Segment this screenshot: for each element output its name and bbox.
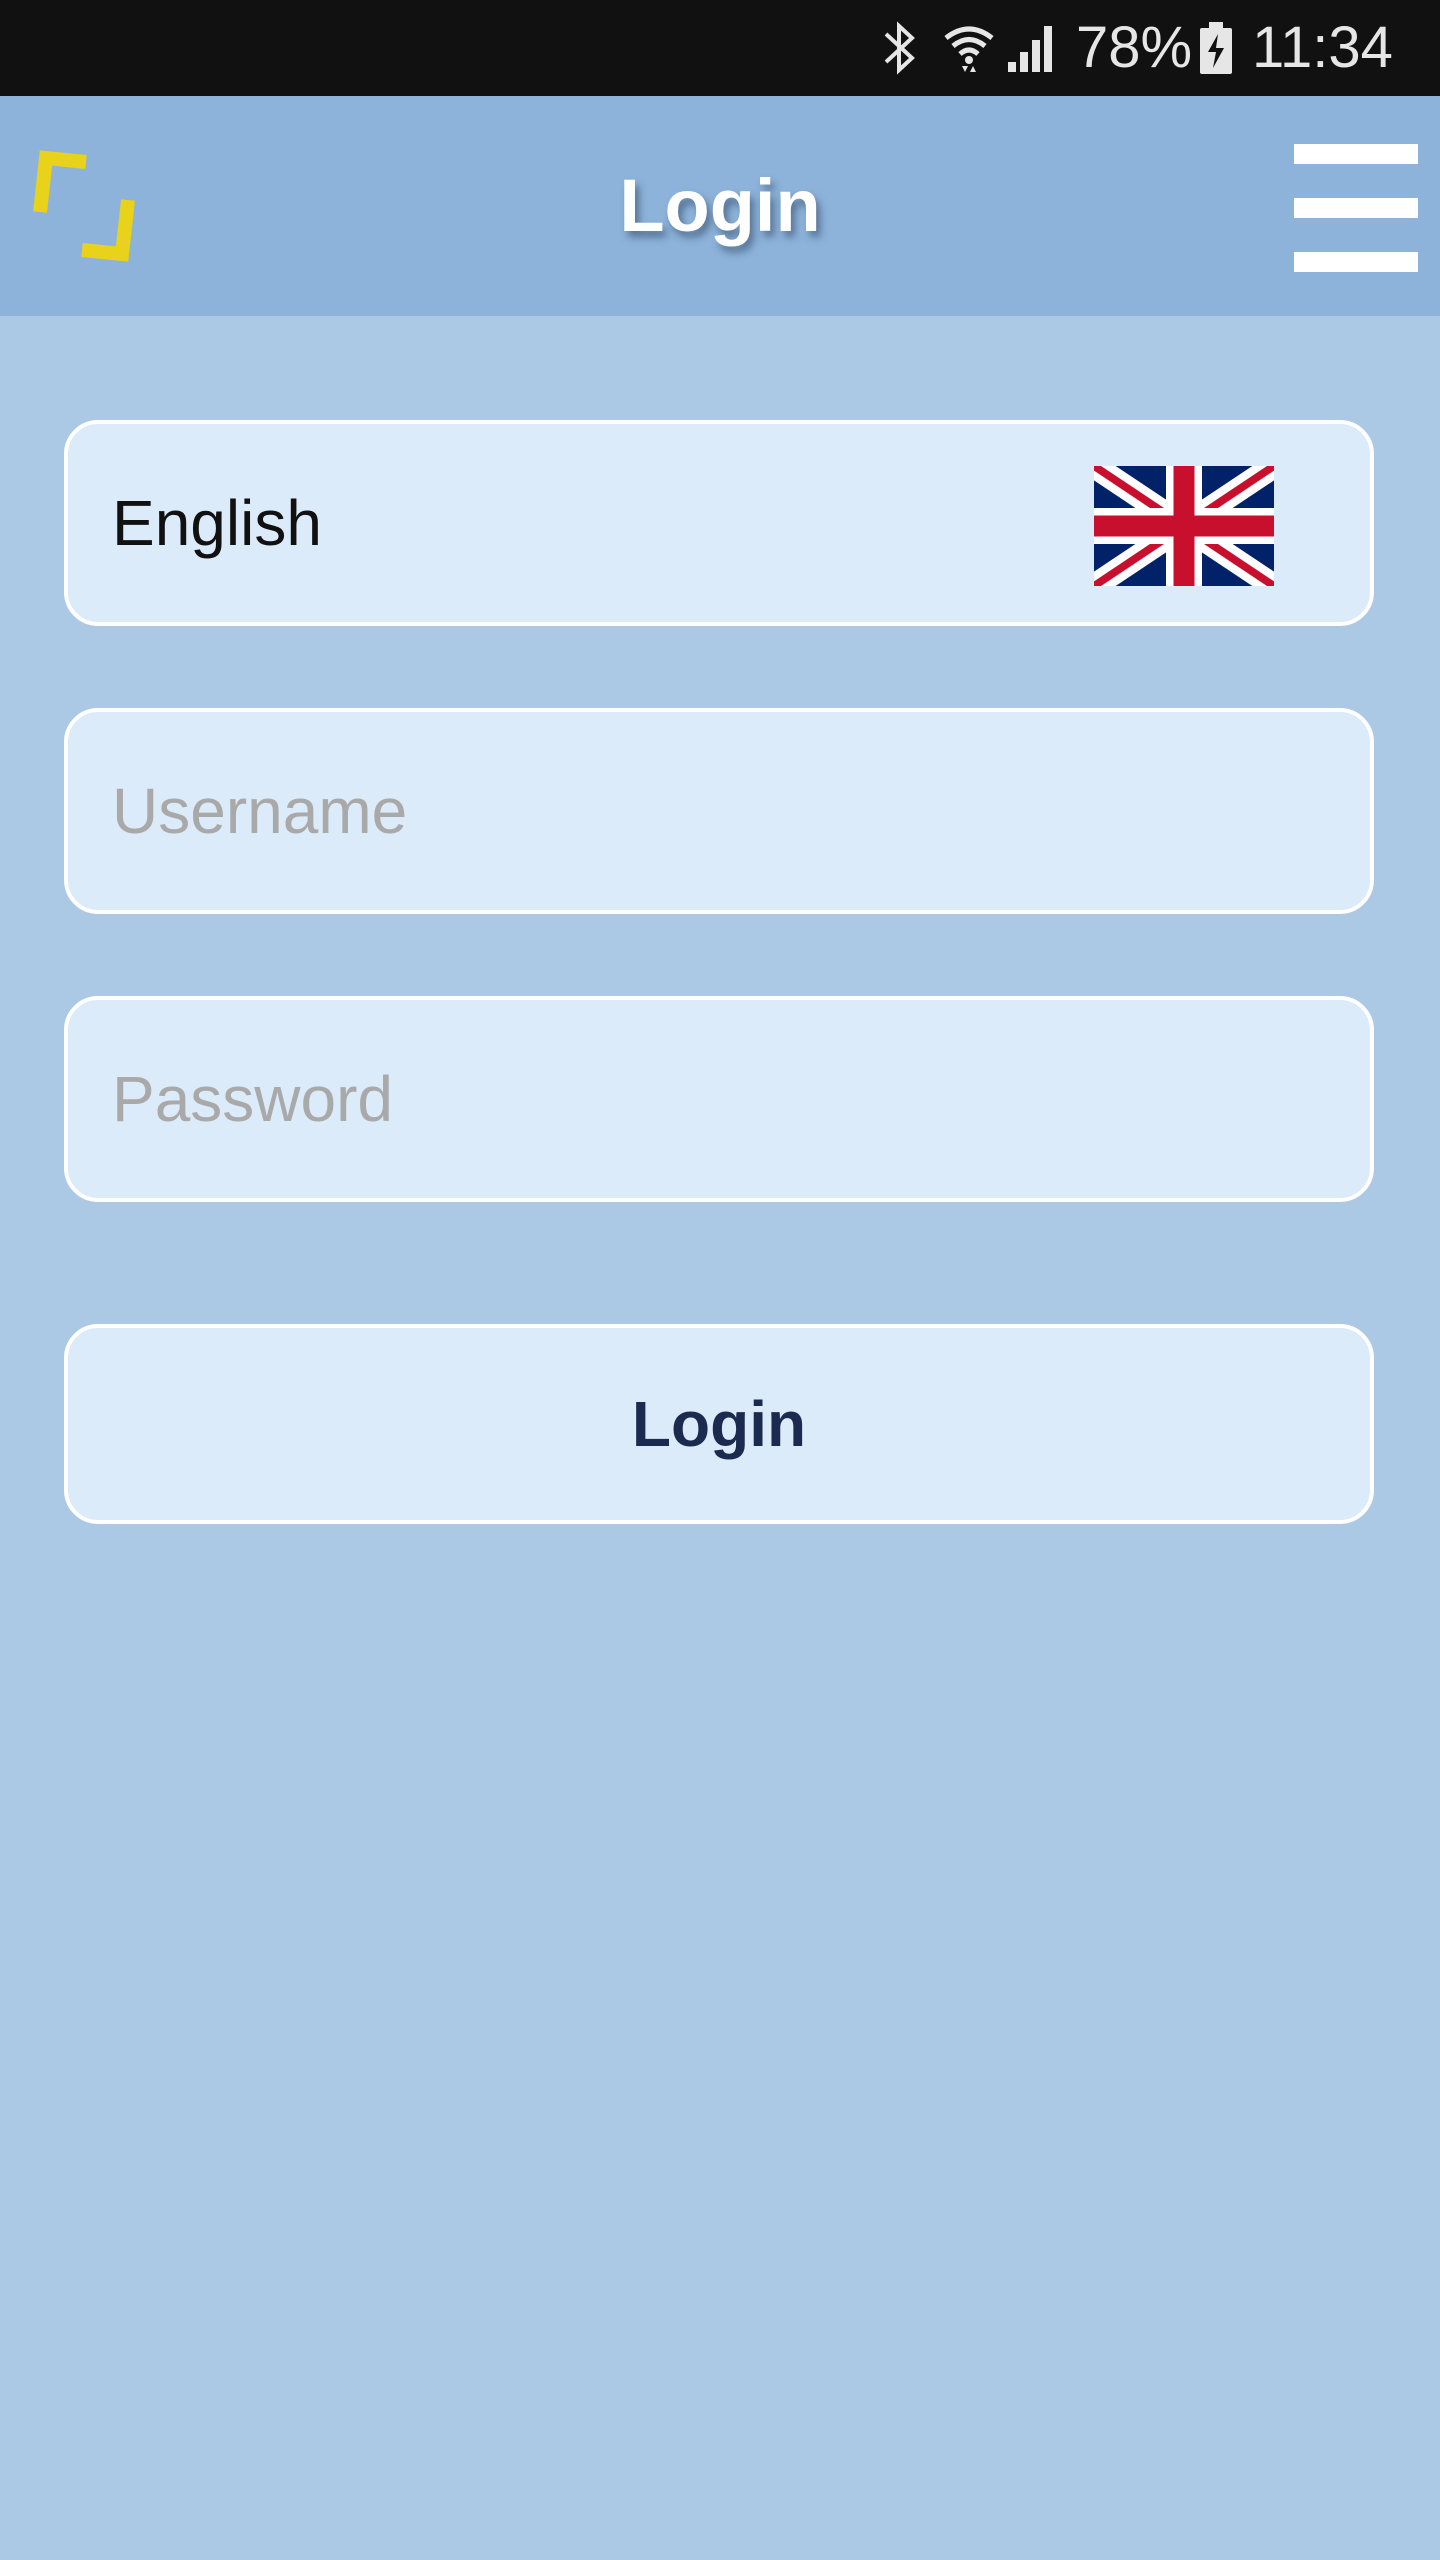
language-select[interactable]: English — [64, 420, 1374, 626]
uk-flag-icon — [1087, 456, 1281, 596]
menu-bar — [1294, 198, 1418, 218]
menu-bar — [1294, 144, 1418, 164]
login-button[interactable]: Login — [64, 1324, 1374, 1524]
wifi-icon — [942, 0, 996, 96]
bluetooth-icon — [880, 0, 920, 96]
password-input[interactable] — [64, 996, 1374, 1202]
battery-percent: 78% — [1076, 15, 1193, 80]
battery-charging-icon — [1198, 0, 1234, 96]
app-header: Login — [0, 96, 1440, 316]
menu-bar — [1294, 252, 1418, 272]
hamburger-menu-icon[interactable] — [1290, 144, 1420, 272]
status-bar: 78% 11:34 — [0, 0, 1440, 96]
clock: 11:34 — [1252, 15, 1393, 80]
page-title: Login — [619, 164, 821, 247]
language-label: English — [112, 487, 322, 559]
signal-icon — [1006, 0, 1056, 96]
app-logo-icon — [24, 146, 144, 266]
username-input[interactable] — [64, 708, 1374, 914]
